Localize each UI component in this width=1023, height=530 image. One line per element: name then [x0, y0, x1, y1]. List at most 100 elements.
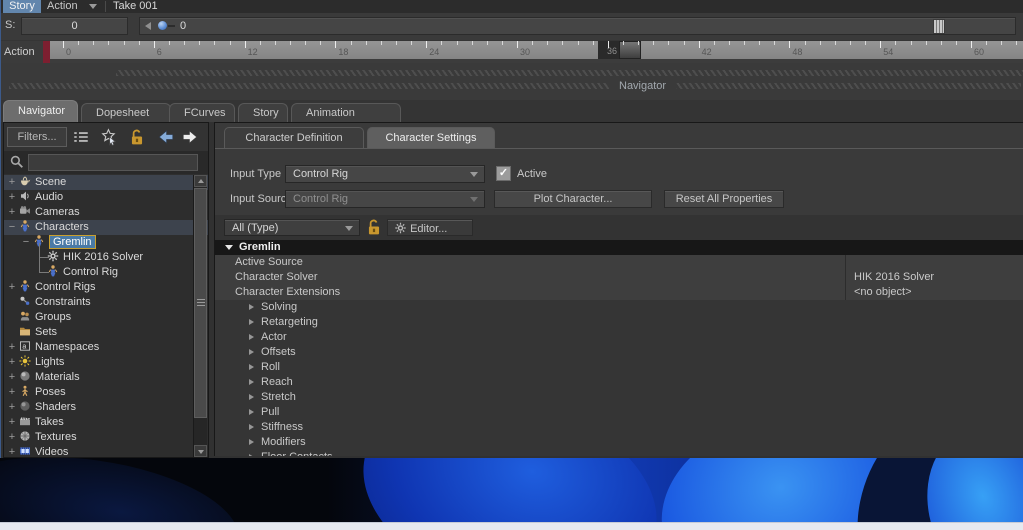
- scroll-down-button[interactable]: [194, 445, 207, 457]
- property-row-active-source[interactable]: Active Source: [215, 255, 1023, 270]
- tree-expander[interactable]: −: [20, 235, 32, 250]
- property-group-actor[interactable]: Actor: [215, 330, 1023, 345]
- expand-triangle-icon[interactable]: [249, 409, 254, 415]
- timeline-ruler[interactable]: 36 0 6 12 18 24 30 42 48 54 60: [50, 41, 1023, 59]
- property-row-character-extensions[interactable]: Character Extensions <no object>: [215, 285, 1023, 300]
- tree-item-cameras[interactable]: + Cameras: [4, 205, 208, 220]
- filters-button[interactable]: Filters...: [7, 127, 67, 147]
- property-group-floor-contacts[interactable]: Floor Contacts: [215, 450, 1023, 456]
- expand-triangle-icon[interactable]: [249, 334, 254, 340]
- property-group-pull[interactable]: Pull: [215, 405, 1023, 420]
- type-filter-dropdown[interactable]: All (Type): [224, 219, 360, 236]
- action-mode-button[interactable]: Action: [47, 0, 78, 13]
- tree-expander[interactable]: +: [6, 385, 18, 400]
- list-view-icon[interactable]: [72, 128, 90, 146]
- tree-item-namespaces[interactable]: + a Namespaces: [4, 340, 208, 355]
- expand-triangle-icon[interactable]: [249, 454, 254, 456]
- slider-grip[interactable]: [933, 19, 945, 34]
- timeline-slider[interactable]: 0: [139, 17, 1016, 35]
- tree-item-hik-2016-solver[interactable]: HIK 2016 Solver: [4, 243, 208, 265]
- tree-expander[interactable]: +: [6, 430, 18, 445]
- search-input[interactable]: [28, 154, 198, 171]
- plot-character-button[interactable]: Plot Character...: [494, 190, 652, 208]
- tree-item-materials[interactable]: + Materials: [4, 370, 208, 385]
- property-value[interactable]: [845, 255, 854, 270]
- tree-expander[interactable]: +: [6, 190, 18, 205]
- tree-expander[interactable]: +: [6, 415, 18, 430]
- expand-triangle-icon[interactable]: [249, 394, 254, 400]
- tree-item-control-rigs[interactable]: + Control Rigs: [4, 280, 208, 295]
- expand-triangle-icon[interactable]: [249, 439, 254, 445]
- editor-button[interactable]: Editor...: [387, 219, 473, 236]
- tree-expander[interactable]: +: [6, 175, 18, 190]
- scroll-thumb[interactable]: [194, 188, 207, 418]
- expand-triangle-icon[interactable]: [249, 379, 254, 385]
- property-group-offsets[interactable]: Offsets: [215, 345, 1023, 360]
- input-source-dropdown[interactable]: Control Rig: [285, 190, 485, 208]
- tab-character-definition[interactable]: Character Definition: [224, 127, 364, 149]
- taskbar[interactable]: [0, 522, 1023, 530]
- tree-item-shaders[interactable]: + Shaders: [4, 400, 208, 415]
- tree-expander[interactable]: +: [6, 355, 18, 370]
- tab-navigator[interactable]: Navigator: [3, 100, 78, 122]
- tree-item-characters[interactable]: − Characters: [4, 220, 208, 235]
- tree-item-lights[interactable]: + Lights: [4, 355, 208, 370]
- tree-item-sets[interactable]: Sets: [4, 325, 208, 340]
- tab-dopesheet[interactable]: Dopesheet: [81, 103, 171, 122]
- tab-character-settings[interactable]: Character Settings: [367, 127, 495, 149]
- story-mode-button[interactable]: Story: [3, 0, 41, 13]
- tab-story[interactable]: Story: [238, 103, 288, 122]
- tree-item-gremlin[interactable]: − Gremlin: [4, 235, 208, 250]
- tree-item-groups[interactable]: Groups: [4, 310, 208, 325]
- property-group-stiffness[interactable]: Stiffness: [215, 420, 1023, 435]
- property-group-reach[interactable]: Reach: [215, 375, 1023, 390]
- property-value[interactable]: <no object>: [845, 285, 912, 300]
- star-cursor-icon[interactable]: [100, 128, 118, 146]
- tree-expander[interactable]: +: [6, 400, 18, 415]
- tree-item-control-rig[interactable]: Control Rig: [4, 258, 208, 280]
- reset-all-properties-button[interactable]: Reset All Properties: [664, 190, 784, 208]
- tab-fcurves[interactable]: FCurves: [169, 103, 235, 122]
- property-group-solving[interactable]: Solving: [215, 300, 1023, 315]
- property-value[interactable]: HIK 2016 Solver: [845, 270, 934, 285]
- expand-triangle-icon[interactable]: [249, 304, 254, 310]
- collapse-triangle-icon[interactable]: [225, 245, 233, 250]
- divider-hatch[interactable]: [9, 83, 1021, 89]
- tree-expander[interactable]: +: [6, 205, 18, 220]
- property-group-roll[interactable]: Roll: [215, 360, 1023, 375]
- tree-item-scene[interactable]: + Scene: [4, 175, 208, 190]
- take-selector[interactable]: Take 001: [113, 0, 158, 13]
- back-arrow-icon[interactable]: [157, 128, 175, 146]
- expand-triangle-icon[interactable]: [249, 364, 254, 370]
- expand-triangle-icon[interactable]: [249, 349, 254, 355]
- tree-item-textures[interactable]: + Textures: [4, 430, 208, 445]
- property-group-stretch[interactable]: Stretch: [215, 390, 1023, 405]
- property-group-retargeting[interactable]: Retargeting: [215, 315, 1023, 330]
- active-checkbox[interactable]: ✓: [496, 166, 511, 181]
- tree-expander[interactable]: +: [6, 370, 18, 385]
- forward-arrow-icon[interactable]: [181, 128, 199, 146]
- keyframe-dot-icon[interactable]: [158, 21, 167, 30]
- tree-item-videos[interactable]: + Videos: [4, 445, 208, 457]
- scroll-up-button[interactable]: [194, 175, 207, 187]
- tree-item-poses[interactable]: + Poses: [4, 385, 208, 400]
- current-frame-field[interactable]: 0: [180, 18, 186, 34]
- tree-item-audio[interactable]: + Audio: [4, 190, 208, 205]
- lock-open-icon[interactable]: [365, 218, 383, 236]
- lock-open-icon[interactable]: [128, 128, 146, 146]
- input-type-dropdown[interactable]: Control Rig: [285, 165, 485, 183]
- mode-dropdown-caret-icon[interactable]: [89, 4, 97, 9]
- tree-expander[interactable]: +: [6, 280, 18, 295]
- tab-animation-trigger[interactable]: Animation Trigger: [291, 103, 401, 137]
- tree-scrollbar[interactable]: [193, 175, 207, 457]
- tree-expander[interactable]: +: [6, 445, 18, 457]
- property-row-character-solver[interactable]: Character Solver HIK 2016 Solver: [215, 270, 1023, 285]
- expand-triangle-icon[interactable]: [249, 424, 254, 430]
- divider-hatch[interactable]: [116, 70, 1023, 76]
- property-group-modifiers[interactable]: Modifiers: [215, 435, 1023, 450]
- tree-expander[interactable]: −: [6, 220, 18, 235]
- expand-triangle-icon[interactable]: [249, 319, 254, 325]
- prev-key-icon[interactable]: [145, 22, 151, 30]
- tree-expander[interactable]: +: [6, 340, 18, 355]
- tree-item-takes[interactable]: + Takes: [4, 415, 208, 430]
